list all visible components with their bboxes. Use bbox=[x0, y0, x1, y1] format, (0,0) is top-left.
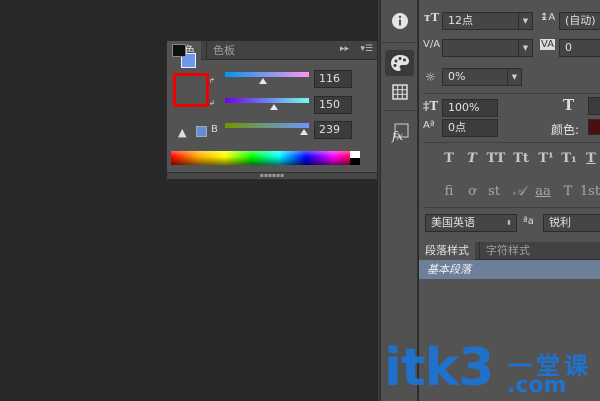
vertical-scale-field[interactable]: 100% bbox=[442, 99, 498, 117]
antialias-icon: ªa bbox=[523, 216, 534, 227]
antialias-value: 锐利 bbox=[549, 216, 571, 229]
section-divider bbox=[423, 142, 600, 143]
blue-value-field[interactable]: 239 bbox=[314, 121, 352, 139]
language-value: 美国英语 bbox=[431, 216, 475, 229]
tracking-dropdown[interactable]: 0 bbox=[559, 39, 600, 57]
color-spectrum-ramp[interactable] bbox=[171, 151, 360, 165]
horizontal-scale-icon: T bbox=[563, 96, 575, 114]
discretionary-ligatures-button[interactable]: ơ bbox=[463, 183, 481, 201]
chevron-down-icon[interactable]: ▼ bbox=[518, 13, 532, 29]
tsume-value: 0% bbox=[448, 70, 466, 83]
text-color-chip[interactable] bbox=[588, 119, 600, 135]
swap-colors-icon[interactable]: ↱ bbox=[209, 77, 215, 85]
all-caps-button[interactable]: TT bbox=[485, 150, 507, 168]
text-color-label: 颜色: bbox=[551, 123, 580, 137]
color-panel: 颜色 色板 ▸▸ ▾☰ ↱ ↲ 116 150 239 ▲ B ▪▪▪▪▪▪ bbox=[166, 40, 378, 180]
font-size-dropdown[interactable]: 12点 ▼ bbox=[442, 12, 533, 30]
language-dropdown[interactable]: 美国英语 ⬍ bbox=[425, 214, 517, 232]
panel-resize-grip[interactable]: ▪▪▪▪▪▪ bbox=[167, 172, 377, 179]
section-divider bbox=[423, 207, 600, 208]
tracking-icon: VA bbox=[540, 39, 556, 50]
superscript-button[interactable]: T¹ bbox=[536, 150, 556, 168]
character-panel: тT 12点 ▼ ↨A (自动) V/A ▼ VA 0 ☼ 0% ▼ ‡T 10… bbox=[419, 0, 600, 240]
double-chevron-right-icon[interactable]: ▸▸ bbox=[340, 44, 349, 54]
leading-value: (自动) bbox=[565, 14, 596, 27]
red-slider[interactable] bbox=[225, 72, 309, 84]
tool-separator bbox=[383, 42, 416, 43]
baseline-shift-field[interactable]: 0点 bbox=[442, 119, 498, 137]
blue-slider[interactable] bbox=[225, 123, 309, 135]
tsume-icon: ☼ bbox=[425, 70, 436, 84]
swatches-grid-icon[interactable] bbox=[385, 79, 414, 105]
font-size-value: 12点 bbox=[448, 14, 473, 27]
channel-label: B bbox=[211, 124, 218, 135]
black-white-ramp[interactable] bbox=[350, 151, 360, 165]
titling-alternates-button[interactable]: T bbox=[559, 183, 577, 201]
faux-italic-button[interactable]: T bbox=[463, 150, 481, 168]
color-palette-icon[interactable] bbox=[385, 50, 414, 76]
watermark-logo: itk3 bbox=[384, 338, 494, 398]
font-size-icon: тT bbox=[424, 11, 440, 24]
watermark-com: .com bbox=[507, 373, 567, 398]
small-caps-button[interactable]: Tt bbox=[510, 150, 532, 168]
green-slider-thumb[interactable] bbox=[270, 104, 279, 110]
panel-menu-icon[interactable]: ▾☰ bbox=[360, 44, 373, 54]
paragraph-styles-tabbar: 段落样式 字符样式 bbox=[419, 242, 600, 260]
subscript-button[interactable]: T₁ bbox=[559, 150, 579, 168]
list-item[interactable]: 基本段落 bbox=[419, 260, 600, 279]
old-style-button[interactable]: st bbox=[485, 183, 503, 201]
baseline-shift-icon: Aª bbox=[423, 120, 435, 131]
swash-button[interactable]: 𝒜 bbox=[510, 183, 528, 201]
tab-paragraph-styles[interactable]: 段落样式 bbox=[419, 242, 475, 260]
leading-icon: ↨A bbox=[540, 12, 556, 23]
tab-swatches[interactable]: 色板 bbox=[206, 41, 241, 60]
underline-button[interactable]: T bbox=[582, 150, 600, 168]
antialias-dropdown[interactable]: 锐利 bbox=[543, 214, 600, 232]
info-icon[interactable] bbox=[385, 8, 414, 34]
tab-character-styles[interactable]: 字符样式 bbox=[479, 242, 536, 260]
fx-styles-icon[interactable]: fx bbox=[385, 120, 414, 146]
section-divider bbox=[423, 93, 600, 94]
kerning-icon: V/A bbox=[423, 39, 441, 50]
color-panel-tabbar: 颜色 色板 ▸▸ ▾☰ bbox=[167, 41, 377, 60]
ligatures-button[interactable]: ﬁ bbox=[440, 183, 458, 201]
red-slider-thumb[interactable] bbox=[259, 78, 268, 84]
color-swatches-highlight bbox=[173, 73, 209, 107]
warning-triangle-icon[interactable]: ▲ bbox=[178, 126, 186, 139]
gamut-color-swatch[interactable] bbox=[196, 126, 207, 137]
horizontal-scale-field[interactable] bbox=[588, 97, 600, 115]
green-slider[interactable] bbox=[225, 98, 309, 110]
chevron-down-icon[interactable]: ▼ bbox=[507, 69, 521, 85]
svg-text:fx: fx bbox=[391, 129, 403, 143]
leading-dropdown[interactable]: (自动) bbox=[559, 12, 600, 30]
chevron-down-icon[interactable]: ▼ bbox=[518, 40, 532, 56]
chevron-updown-icon[interactable]: ⬍ bbox=[502, 215, 516, 231]
red-value-field[interactable]: 116 bbox=[314, 70, 352, 88]
green-value-field[interactable]: 150 bbox=[314, 96, 352, 114]
tracking-value: 0 bbox=[565, 41, 572, 54]
vertical-scale-icon: ‡T bbox=[423, 99, 439, 113]
stylistic-alternates-button[interactable]: aa bbox=[534, 183, 552, 201]
kerning-dropdown[interactable]: ▼ bbox=[442, 39, 533, 57]
foreground-color-swatch[interactable] bbox=[172, 44, 186, 57]
tool-separator bbox=[383, 110, 416, 111]
faux-bold-button[interactable]: T bbox=[440, 150, 458, 168]
ordinals-button[interactable]: 1st bbox=[579, 183, 600, 201]
default-colors-icon[interactable]: ↲ bbox=[209, 99, 215, 107]
blue-slider-thumb[interactable] bbox=[299, 129, 308, 135]
tsume-dropdown[interactable]: 0% ▼ bbox=[442, 68, 522, 86]
